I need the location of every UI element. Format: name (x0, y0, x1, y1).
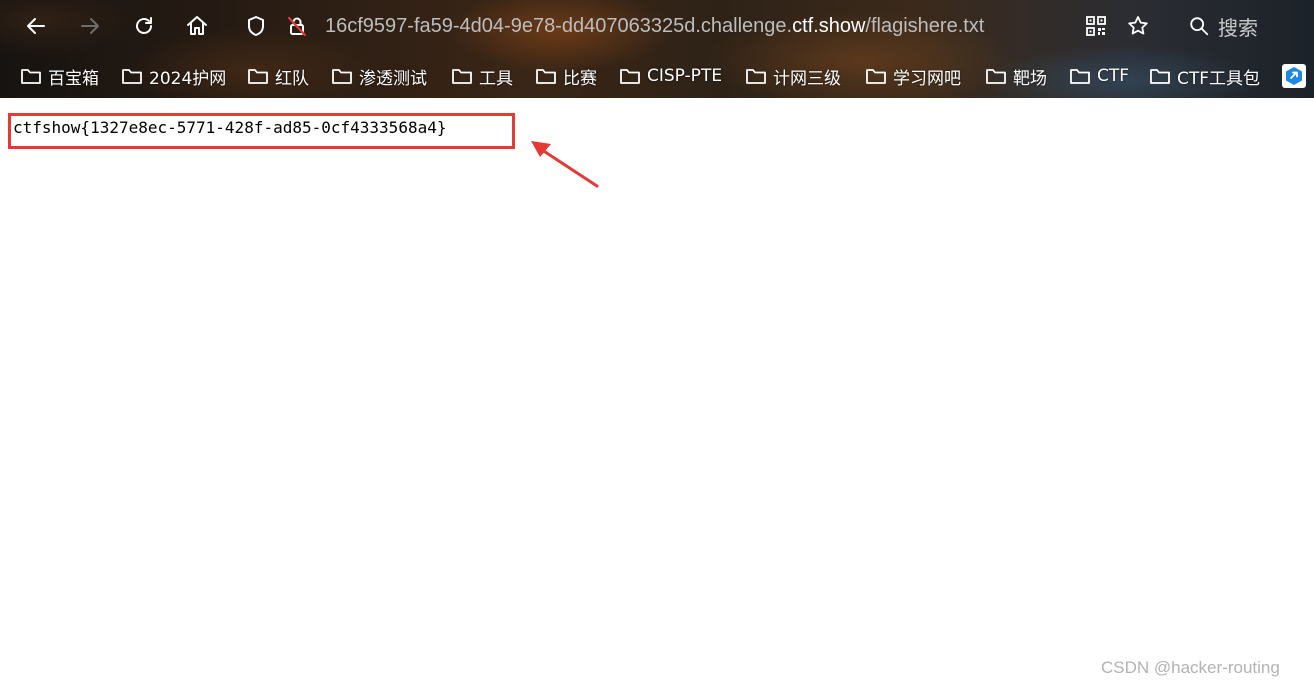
folder-icon (1150, 69, 1170, 84)
tracking-protection-button[interactable] (240, 10, 272, 42)
bookmark-label: CTF工具包 (1177, 68, 1261, 89)
folder-icon (1070, 69, 1090, 84)
folder-icon (122, 69, 142, 84)
folder-icon (620, 69, 640, 84)
bookmark-label: 渗透测试 (359, 68, 427, 89)
folder-icon (332, 69, 352, 84)
forward-button[interactable] (74, 10, 106, 42)
folder-icon (986, 69, 1006, 84)
bookmark-folder-2024-huwang[interactable]: 2024护网 (121, 58, 226, 94)
home-icon (187, 16, 207, 35)
bookmark-label: 比赛 (563, 68, 597, 89)
annotation-arrow-icon (531, 141, 599, 188)
url-prefix: 16cf9597-fa59-4d04-9e78-dd407063325d.cha… (325, 15, 793, 37)
arrow-right-icon (81, 18, 99, 34)
bookmark-label: 2024护网 (149, 68, 227, 89)
bookmark-label: 红队 (275, 68, 309, 89)
bookmark-folder-xuexi-wangba[interactable]: 学习网吧 (865, 58, 961, 94)
folder-icon (866, 69, 886, 84)
bookmark-folder-baibaoxiang[interactable]: 百宝箱 (20, 58, 99, 94)
bookmarks-toolbar: 百宝箱 2024护网 红队 渗透测试 工具 比赛 CISP-PTE 计网三级 学… (0, 58, 1314, 94)
url-host: ctf.show (792, 15, 866, 37)
site-security-button[interactable] (281, 10, 313, 42)
bookmark-star-button[interactable] (1122, 10, 1154, 42)
bookmark-folder-gongju[interactable]: 工具 (451, 58, 513, 94)
bookmark-folder-jiwang-sanji[interactable]: 计网三级 (745, 58, 841, 94)
folder-icon (746, 69, 766, 84)
home-button[interactable] (181, 10, 213, 42)
search-label: 搜索 (1218, 15, 1258, 40)
bookmark-label: CISP-PTE (647, 66, 723, 86)
search-box[interactable]: 搜索 (1188, 10, 1258, 42)
url-bar[interactable]: 16cf9597-fa59-4d04-9e78-dd407063325d.cha… (325, 12, 984, 40)
highlight-annotation-box (8, 113, 515, 149)
bookmark-label: 百宝箱 (48, 68, 99, 89)
navigation-toolbar: 16cf9597-fa59-4d04-9e78-dd407063325d.cha… (0, 0, 1314, 52)
bookmark-folder-hongdui[interactable]: 红队 (247, 58, 309, 94)
page-content: ctfshow{1327e8ec-5771-428f-ad85-0cf43335… (0, 98, 1314, 689)
bookmark-label: 计网三级 (773, 68, 841, 89)
watermark: CSDN @hacker-routing (1101, 658, 1280, 677)
url-path: /flagishere.txt (865, 15, 985, 37)
insecure-lock-icon (287, 16, 307, 37)
back-button[interactable] (20, 10, 52, 42)
arrow-left-icon (27, 18, 45, 34)
reload-icon (136, 17, 152, 34)
folder-icon (21, 69, 41, 84)
bookmark-folder-bisai[interactable]: 比赛 (535, 58, 597, 94)
star-icon (1128, 16, 1148, 35)
qr-code-icon (1086, 16, 1106, 36)
browser-chrome: 16cf9597-fa59-4d04-9e78-dd407063325d.cha… (0, 0, 1314, 98)
folder-icon (536, 69, 556, 84)
bookmark-label: 工具 (479, 68, 513, 89)
bookmark-folder-shentou-ceshi[interactable]: 渗透测试 (331, 58, 427, 94)
bookmark-folder-ctf-gongjubao[interactable]: CTF工具包 (1149, 58, 1260, 94)
shield-icon (248, 16, 264, 36)
bookmark-folder-ctf[interactable]: CTF (1069, 58, 1129, 94)
folder-icon (248, 69, 268, 84)
bookmark-label: 学习网吧 (893, 68, 961, 89)
bookmark-label: 靶场 (1013, 68, 1047, 89)
bookmark-folder-cisp-pte[interactable]: CISP-PTE (619, 58, 722, 94)
bookmark-label: CTF (1097, 66, 1130, 86)
search-icon (1190, 17, 1209, 36)
reload-button[interactable] (128, 10, 160, 42)
app-logo-icon (1286, 67, 1302, 85)
bookmark-folder-bachang[interactable]: 靶场 (985, 58, 1047, 94)
bookmark-app-shortcut[interactable] (1282, 64, 1306, 88)
folder-icon (452, 69, 472, 84)
qr-code-button[interactable] (1080, 10, 1112, 42)
